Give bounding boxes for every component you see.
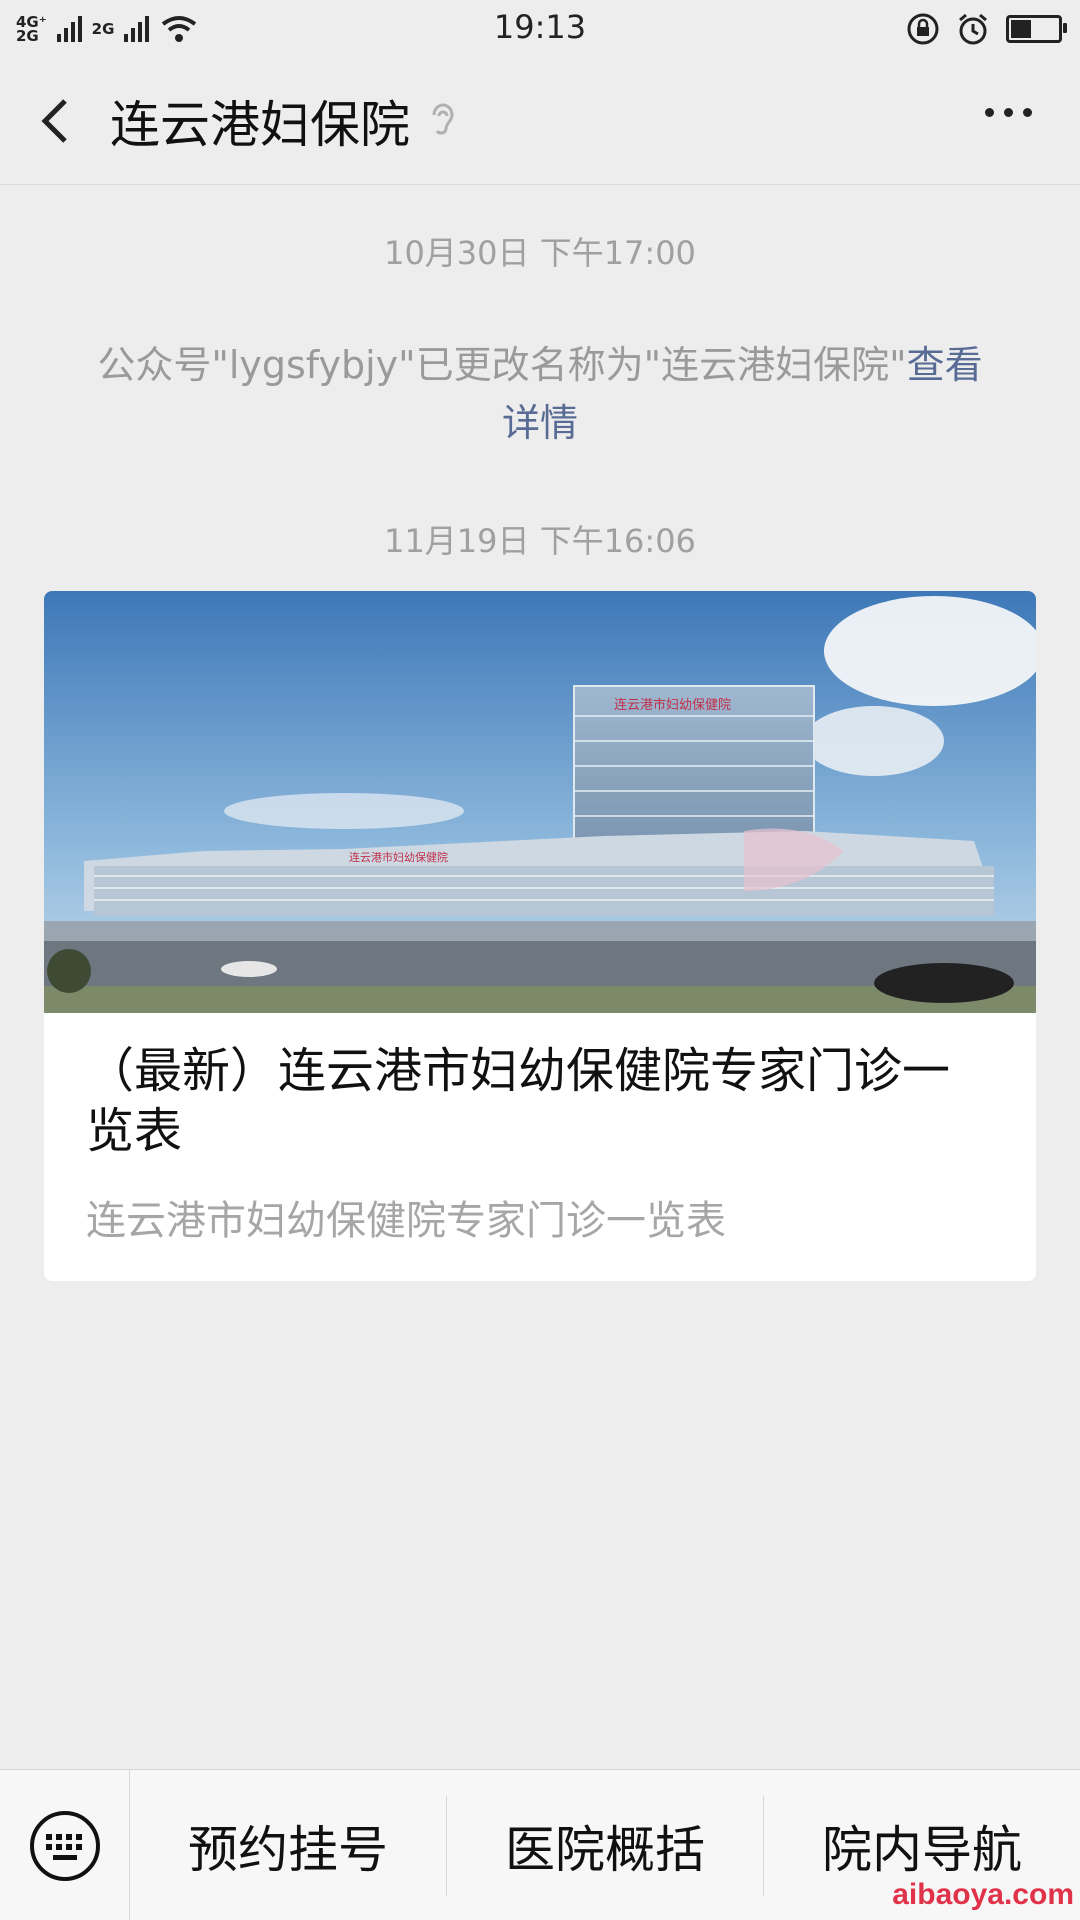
clock: 19:13 — [493, 8, 587, 46]
nav-bar: 连云港妇保院 — [0, 58, 1080, 185]
ear-icon[interactable] — [428, 101, 462, 141]
menu-item-appointment[interactable]: 预约挂号 — [130, 1795, 447, 1896]
system-message: 公众号"lygsfybjy"已更改名称为"连云港妇保院"查看详情 — [90, 336, 990, 452]
more-button[interactable] — [985, 108, 1032, 117]
status-bar: 4G⁺ 2G 2G 19:13 — [0, 0, 1080, 58]
article-title[interactable]: （最新）连云港市妇幼保健院专家门诊一览表 — [86, 1041, 986, 1161]
back-button[interactable] — [0, 58, 110, 184]
page-title: 连云港妇保院 — [110, 96, 410, 154]
back-arrow-icon — [41, 99, 67, 143]
building-sign: 连云港市妇幼保健院 — [614, 697, 731, 713]
article-card[interactable]: 连云港市妇幼保健院 连云港市妇幼保健院 — [44, 591, 1036, 1281]
keyboard-toggle-button[interactable] — [0, 1770, 130, 1920]
battery-icon — [1006, 15, 1067, 43]
timestamp: 10月30日 下午17:00 — [384, 234, 696, 272]
keyboard-icon — [29, 1810, 100, 1881]
building-sign-low: 连云港市妇幼保健院 — [349, 850, 448, 864]
article-cover-image: 连云港市妇幼保健院 连云港市妇幼保健院 — [44, 591, 1036, 1013]
screen: 4G⁺ 2G 2G 19:13 连云港妇保院 10月30日 下午17:00 公众… — [0, 0, 1080, 1920]
more-icon — [985, 108, 994, 117]
article-digest: 连云港市妇幼保健院专家门诊一览表 — [86, 1198, 726, 1244]
menu-item-hospital-overview[interactable]: 医院概括 — [447, 1795, 764, 1896]
system-message-text: 公众号"lygsfybjy"已更改名称为"连云港妇保院" — [97, 343, 907, 387]
watermark: aibaoya.com — [892, 1878, 1074, 1911]
timestamp: 11月19日 下午16:06 — [384, 522, 696, 560]
